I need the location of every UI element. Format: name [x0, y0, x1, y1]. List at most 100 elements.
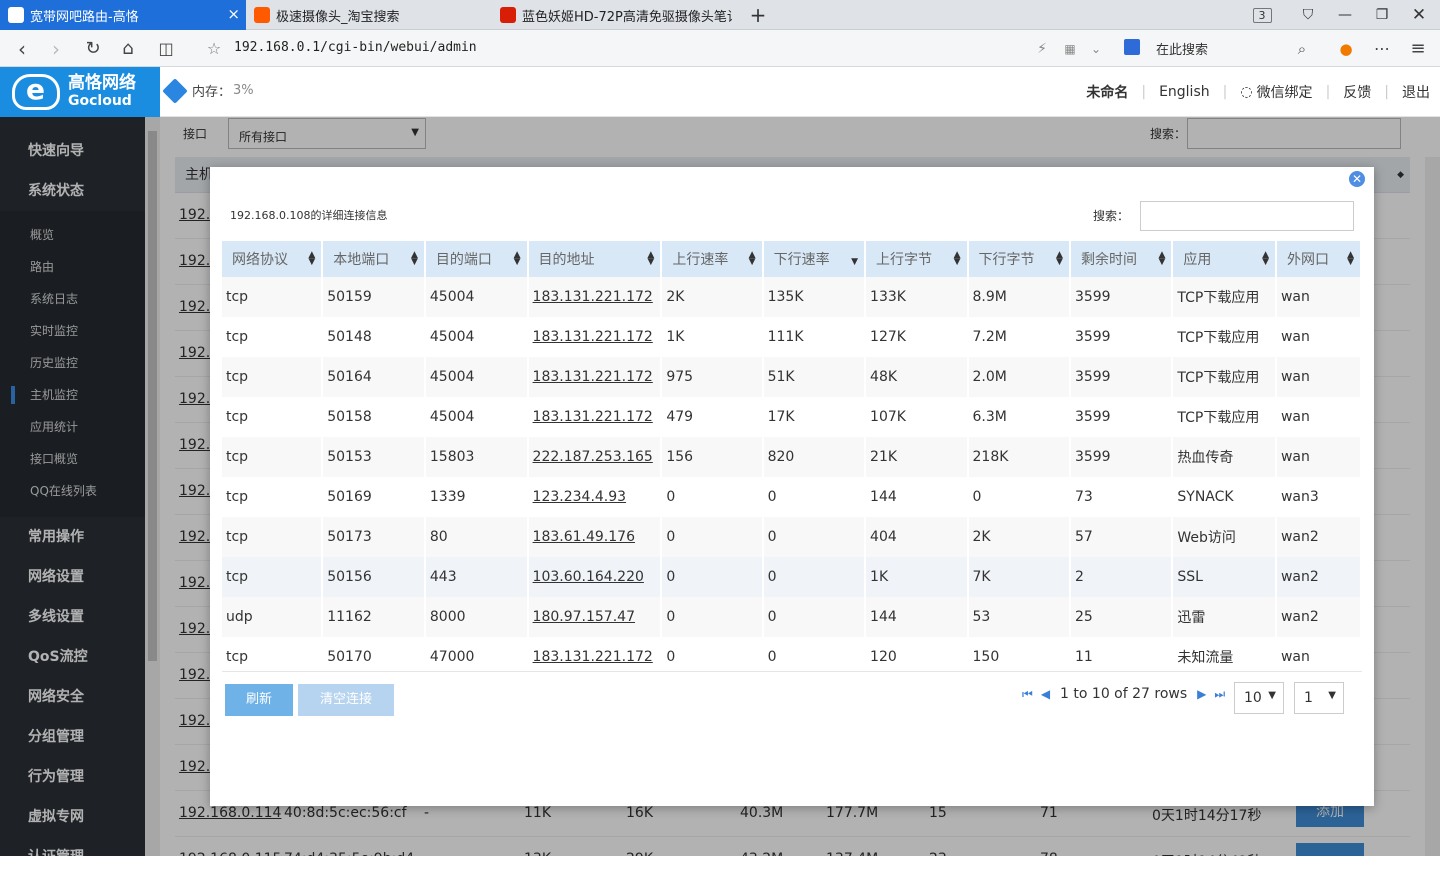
- column-header-up-rate[interactable]: 上行速率 ▲ ▼: [662, 241, 764, 277]
- close-window-button[interactable]: ✕: [1401, 0, 1437, 30]
- url-input[interactable]: 192.168.0.1/cgi-bin/webui/admin: [234, 40, 477, 55]
- column-header-dest-address[interactable]: 目的地址 ▲ ▼: [528, 241, 663, 277]
- cell-remaining-time: 3599: [1070, 357, 1174, 397]
- reader-icon[interactable]: ◫: [150, 30, 182, 67]
- sort-icon[interactable]: ▲ ▼: [749, 251, 756, 267]
- modal-search-input[interactable]: [1140, 201, 1354, 231]
- sort-icon[interactable]: ▲ ▼: [1347, 251, 1354, 267]
- cell-wan-port: wan2: [1276, 557, 1362, 597]
- cell-dest-address: 103.60.164.220: [528, 557, 663, 597]
- cell-down-bytes: 7K: [968, 557, 1071, 597]
- restore-button[interactable]: ❐: [1364, 0, 1400, 30]
- column-header-down-rate[interactable]: 下行速率 ▼: [763, 241, 867, 277]
- cell-application: TCP下载应用: [1173, 357, 1277, 397]
- browser-search-input[interactable]: 在此搜索: [1156, 39, 1208, 58]
- cell-dest-port: 80: [425, 517, 529, 557]
- page-size-select[interactable]: 10 ▼: [1234, 682, 1284, 714]
- router-header: 高恪网络 Gocloud 内存： 3% 未命名 | English | ◌ 微信…: [0, 67, 1440, 117]
- logout-link[interactable]: 退出: [1389, 82, 1430, 102]
- cell-local-port: 50153: [323, 437, 426, 477]
- cell-up-bytes: 1K: [866, 557, 969, 597]
- dest-address-link[interactable]: 180.97.157.47: [533, 609, 635, 625]
- cell-remaining-time: 2: [1070, 557, 1174, 597]
- cell-up-bytes: 144: [866, 597, 969, 637]
- wechat-icon[interactable]: ◌: [1227, 84, 1254, 100]
- close-tab-icon[interactable]: ×: [227, 6, 240, 22]
- cell-down-rate: 135K: [763, 277, 867, 317]
- column-header-dest-port[interactable]: 目的端口 ▲ ▼: [425, 241, 529, 277]
- dest-address-link[interactable]: 183.131.221.172: [533, 369, 653, 385]
- connection-row: tcp 50169 1339 123.234.4.93 0 0 144 0 73 SYNACK wa…: [222, 477, 1362, 517]
- sort-icon[interactable]: ▲ ▼: [1158, 251, 1165, 267]
- search-engine-icon[interactable]: [1124, 39, 1140, 55]
- favorite-star-icon[interactable]: ☆: [198, 30, 230, 67]
- wechat-bind-link[interactable]: 微信绑定: [1255, 82, 1326, 102]
- first-page-icon[interactable]: ⏮: [1022, 687, 1033, 702]
- sort-icon[interactable]: ▲ ▼: [1056, 251, 1063, 267]
- sort-icon[interactable]: ▲ ▼: [954, 251, 961, 267]
- cell-up-bytes: 404: [866, 517, 969, 557]
- cell-application: Web访问: [1173, 517, 1277, 557]
- sort-icon[interactable]: ▲ ▼: [514, 251, 521, 267]
- device-name-link[interactable]: 未命名: [1073, 82, 1141, 102]
- select-arrow-icon: ▼: [1328, 690, 1336, 701]
- page-number-select[interactable]: 1 ▼: [1294, 682, 1344, 714]
- dest-address-link[interactable]: 183.61.49.176: [533, 529, 635, 545]
- clear-connections-button[interactable]: 清空连接: [298, 684, 394, 716]
- cell-dest-address: 123.234.4.93: [528, 477, 663, 517]
- forward-button[interactable]: ›: [40, 30, 72, 67]
- english-link[interactable]: English: [1146, 84, 1223, 100]
- refresh-button[interactable]: 刷新: [225, 684, 293, 716]
- tab-router[interactable]: 宽带网吧路由-高恪 ×: [0, 0, 246, 30]
- hamburger-menu-icon[interactable]: ≡: [1402, 30, 1434, 67]
- taobao-favicon-icon: [254, 7, 270, 23]
- column-header-down-bytes[interactable]: 下行字节 ▲ ▼: [968, 241, 1071, 277]
- more-menu-icon[interactable]: ⋯: [1366, 30, 1398, 67]
- next-page-icon[interactable]: ▶: [1197, 687, 1206, 701]
- browser-tab-bar: 宽带网吧路由-高恪 × 极速摄像头_淘宝搜索 蓝色妖姬HD-72P高清免驱摄像头…: [0, 0, 1440, 30]
- sort-icon[interactable]: ▲ ▼: [647, 251, 654, 267]
- dest-address-link[interactable]: 183.131.221.172: [533, 289, 653, 305]
- minimize-button[interactable]: —: [1327, 0, 1363, 30]
- sort-icon[interactable]: ▲ ▼: [308, 251, 315, 267]
- sort-icon[interactable]: ▲ ▼: [411, 251, 418, 267]
- tab-taobao[interactable]: 极速摄像头_淘宝搜索: [246, 0, 492, 30]
- cell-down-bytes: 7.2M: [968, 317, 1071, 357]
- cell-local-port: 50158: [323, 397, 426, 437]
- new-tab-button[interactable]: +: [740, 0, 776, 30]
- prev-page-icon[interactable]: ◀: [1041, 687, 1050, 701]
- cell-protocol: tcp: [222, 277, 324, 317]
- tab-count-badge[interactable]: 3: [1244, 0, 1280, 30]
- column-header-wan-port[interactable]: 外网口 ▲ ▼: [1276, 241, 1362, 277]
- column-header-application[interactable]: 应用 ▲ ▼: [1173, 241, 1277, 277]
- column-header-remaining-time[interactable]: 剩余时间 ▲ ▼: [1070, 241, 1174, 277]
- header-links: 未命名 | English | ◌ 微信绑定 | 反馈 | 退出: [1073, 82, 1430, 102]
- connection-row: tcp 50164 45004 183.131.221.172 975 51K 48K 2.0…: [222, 357, 1362, 397]
- reload-button[interactable]: ↻: [77, 30, 109, 67]
- cell-protocol: tcp: [222, 357, 324, 397]
- dest-address-link[interactable]: 222.187.253.165: [533, 449, 653, 465]
- back-button[interactable]: ‹: [6, 30, 38, 67]
- modal-close-icon[interactable]: ✕: [1349, 171, 1365, 187]
- feedback-link[interactable]: 反馈: [1330, 82, 1384, 102]
- dest-address-link[interactable]: 103.60.164.220: [533, 569, 644, 585]
- dest-address-link[interactable]: 183.131.221.172: [533, 329, 653, 345]
- search-icon[interactable]: ⌕: [1286, 30, 1318, 67]
- dest-address-link[interactable]: 123.234.4.93: [533, 489, 627, 505]
- column-header-up-bytes[interactable]: 上行字节 ▲ ▼: [866, 241, 969, 277]
- sort-icon[interactable]: ▼: [851, 252, 858, 267]
- dest-address-link[interactable]: 183.131.221.172: [533, 409, 653, 425]
- dest-address-link[interactable]: 183.131.221.172: [533, 649, 653, 665]
- wardrobe-icon[interactable]: ⛉: [1290, 0, 1326, 30]
- cell-up-rate: 479: [662, 397, 764, 437]
- column-header-local-port[interactable]: 本地端口 ▲ ▼: [323, 241, 426, 277]
- tab-product[interactable]: 蓝色妖姬HD-72P高清免驱摄像头笔记本: [492, 0, 732, 30]
- sort-icon[interactable]: ▲ ▼: [1262, 251, 1269, 267]
- dropdown-chevron-icon[interactable]: ⌄: [1080, 30, 1112, 67]
- home-button[interactable]: ⌂: [112, 30, 144, 67]
- pager-text: 1 to 10 of 27 rows: [1060, 686, 1188, 702]
- cell-local-port: 50159: [323, 277, 426, 317]
- column-header-protocol[interactable]: 网络协议 ▲ ▼: [222, 241, 324, 277]
- last-page-icon[interactable]: ⏭: [1214, 687, 1225, 702]
- game-controller-icon[interactable]: ●: [1330, 30, 1362, 67]
